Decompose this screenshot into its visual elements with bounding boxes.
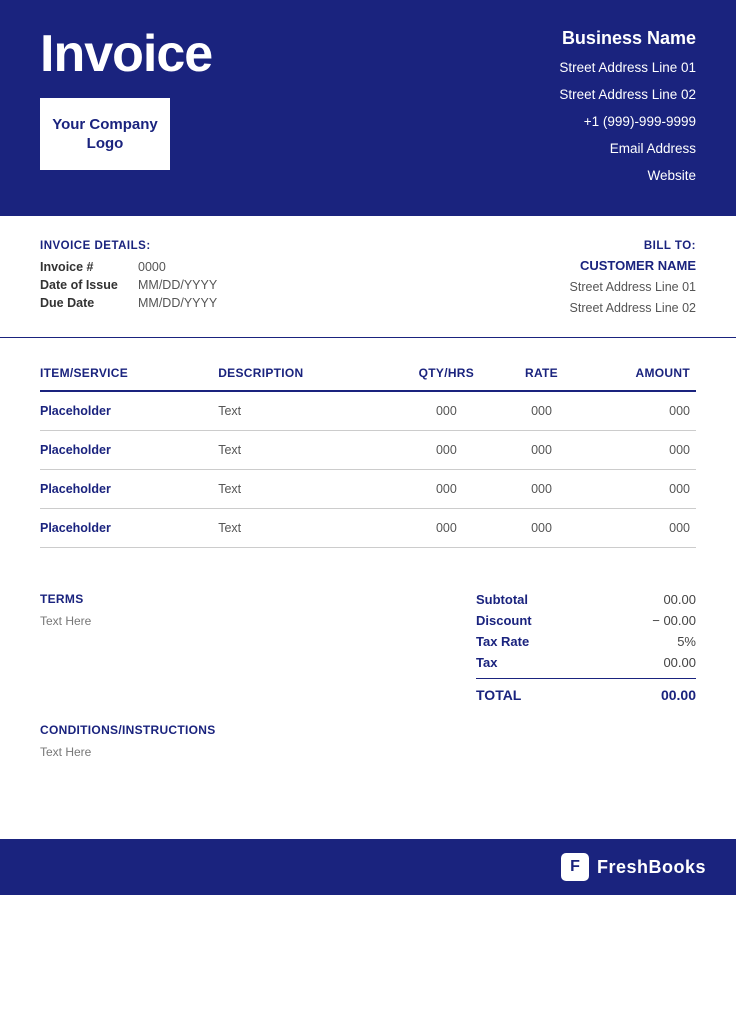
table-header-row: ITEM/SERVICE DESCRIPTION QTY/HRS RATE AM…: [40, 356, 696, 391]
due-date-label: Due Date: [40, 296, 120, 310]
business-name: Business Name: [559, 28, 696, 49]
terms-title: TERMS: [40, 592, 91, 606]
row-qty-2: 000: [391, 470, 507, 509]
header-right: Business Name Street Address Line 01 Str…: [559, 28, 696, 188]
bill-to-block: BILL TO: CUSTOMER NAME Street Address Li…: [570, 240, 696, 320]
row-rate-2: 000: [508, 470, 582, 509]
col-description: DESCRIPTION: [218, 356, 391, 391]
row-qty-3: 000: [391, 509, 507, 548]
tax-rate-row: Tax Rate 5%: [476, 634, 696, 649]
invoice-number-label: Invoice #: [40, 260, 120, 274]
total-label: TOTAL: [476, 687, 521, 703]
conditions-title: CONDITIONS/INSTRUCTIONS: [40, 723, 696, 737]
row-amount-2: 000: [581, 470, 696, 509]
row-amount-3: 000: [581, 509, 696, 548]
table-row: Placeholder Text 000 000 000: [40, 470, 696, 509]
total-row: TOTAL 00.00: [476, 687, 696, 703]
col-rate: RATE: [508, 356, 582, 391]
discount-row: Discount − 00.00: [476, 613, 696, 628]
invoice-number-value: 0000: [138, 260, 166, 274]
invoice-number-row: Invoice # 0000: [40, 260, 217, 274]
terms-text: Text Here: [40, 614, 91, 628]
header-left: Invoice Your Company Logo: [40, 28, 212, 170]
col-qty: QTY/HRS: [391, 356, 507, 391]
totals-divider: [476, 678, 696, 679]
header: Invoice Your Company Logo Business Name …: [0, 0, 736, 216]
row-item-1: Placeholder: [40, 431, 218, 470]
date-of-issue-value: MM/DD/YYYY: [138, 278, 217, 292]
invoice-title: Invoice: [40, 28, 212, 80]
conditions-text: Text Here: [40, 745, 696, 759]
col-amount: AMOUNT: [581, 356, 696, 391]
tax-rate-label: Tax Rate: [476, 634, 529, 649]
row-desc-1: Text: [218, 431, 391, 470]
terms-block: TERMS Text Here: [40, 592, 91, 628]
address-line1: Street Address Line 01: [559, 57, 696, 80]
table-section: ITEM/SERVICE DESCRIPTION QTY/HRS RATE AM…: [0, 338, 736, 548]
customer-name: CUSTOMER NAME: [570, 258, 696, 273]
subtotal-label: Subtotal: [476, 592, 528, 607]
row-desc-3: Text: [218, 509, 391, 548]
email: Email Address: [559, 138, 696, 161]
row-desc-0: Text: [218, 391, 391, 431]
due-date-row: Due Date MM/DD/YYYY: [40, 296, 217, 310]
row-item-2: Placeholder: [40, 470, 218, 509]
bill-address-line1: Street Address Line 01: [570, 277, 696, 298]
col-item: ITEM/SERVICE: [40, 356, 218, 391]
row-qty-1: 000: [391, 431, 507, 470]
date-of-issue-row: Date of Issue MM/DD/YYYY: [40, 278, 217, 292]
row-amount-1: 000: [581, 431, 696, 470]
address-line2: Street Address Line 02: [559, 84, 696, 107]
bottom-section: TERMS Text Here Subtotal 00.00 Discount …: [0, 568, 736, 723]
row-item-0: Placeholder: [40, 391, 218, 431]
totals-block: Subtotal 00.00 Discount − 00.00 Tax Rate…: [476, 592, 696, 703]
due-date-value: MM/DD/YYYY: [138, 296, 217, 310]
total-value: 00.00: [661, 687, 696, 703]
items-table: ITEM/SERVICE DESCRIPTION QTY/HRS RATE AM…: [40, 356, 696, 548]
footer: F FreshBooks: [0, 839, 736, 895]
table-row: Placeholder Text 000 000 000: [40, 509, 696, 548]
phone: +1 (999)-999-9999: [559, 111, 696, 134]
row-rate-3: 000: [508, 509, 582, 548]
row-rate-0: 000: [508, 391, 582, 431]
row-qty-0: 000: [391, 391, 507, 431]
tax-row: Tax 00.00: [476, 655, 696, 670]
subtotal-row: Subtotal 00.00: [476, 592, 696, 607]
details-section: INVOICE DETAILS: Invoice # 0000 Date of …: [0, 216, 736, 339]
invoice-details-block: INVOICE DETAILS: Invoice # 0000 Date of …: [40, 240, 217, 314]
tax-value: 00.00: [663, 655, 696, 670]
row-rate-1: 000: [508, 431, 582, 470]
row-item-3: Placeholder: [40, 509, 218, 548]
row-desc-2: Text: [218, 470, 391, 509]
row-amount-0: 000: [581, 391, 696, 431]
table-row: Placeholder Text 000 000 000: [40, 391, 696, 431]
tax-rate-value: 5%: [677, 634, 696, 649]
website: Website: [559, 165, 696, 188]
discount-value: − 00.00: [652, 613, 696, 628]
conditions-section: CONDITIONS/INSTRUCTIONS Text Here: [0, 723, 736, 779]
company-logo: Your Company Logo: [40, 98, 170, 170]
date-of-issue-label: Date of Issue: [40, 278, 120, 292]
discount-label: Discount: [476, 613, 532, 628]
bill-to-label: BILL TO:: [570, 240, 696, 252]
invoice-details-label: INVOICE DETAILS:: [40, 240, 217, 252]
subtotal-value: 00.00: [663, 592, 696, 607]
freshbooks-icon: F: [561, 853, 589, 881]
freshbooks-logo: F FreshBooks: [561, 853, 706, 881]
table-row: Placeholder Text 000 000 000: [40, 431, 696, 470]
tax-label: Tax: [476, 655, 497, 670]
freshbooks-name: FreshBooks: [597, 857, 706, 878]
bill-address-line2: Street Address Line 02: [570, 298, 696, 319]
